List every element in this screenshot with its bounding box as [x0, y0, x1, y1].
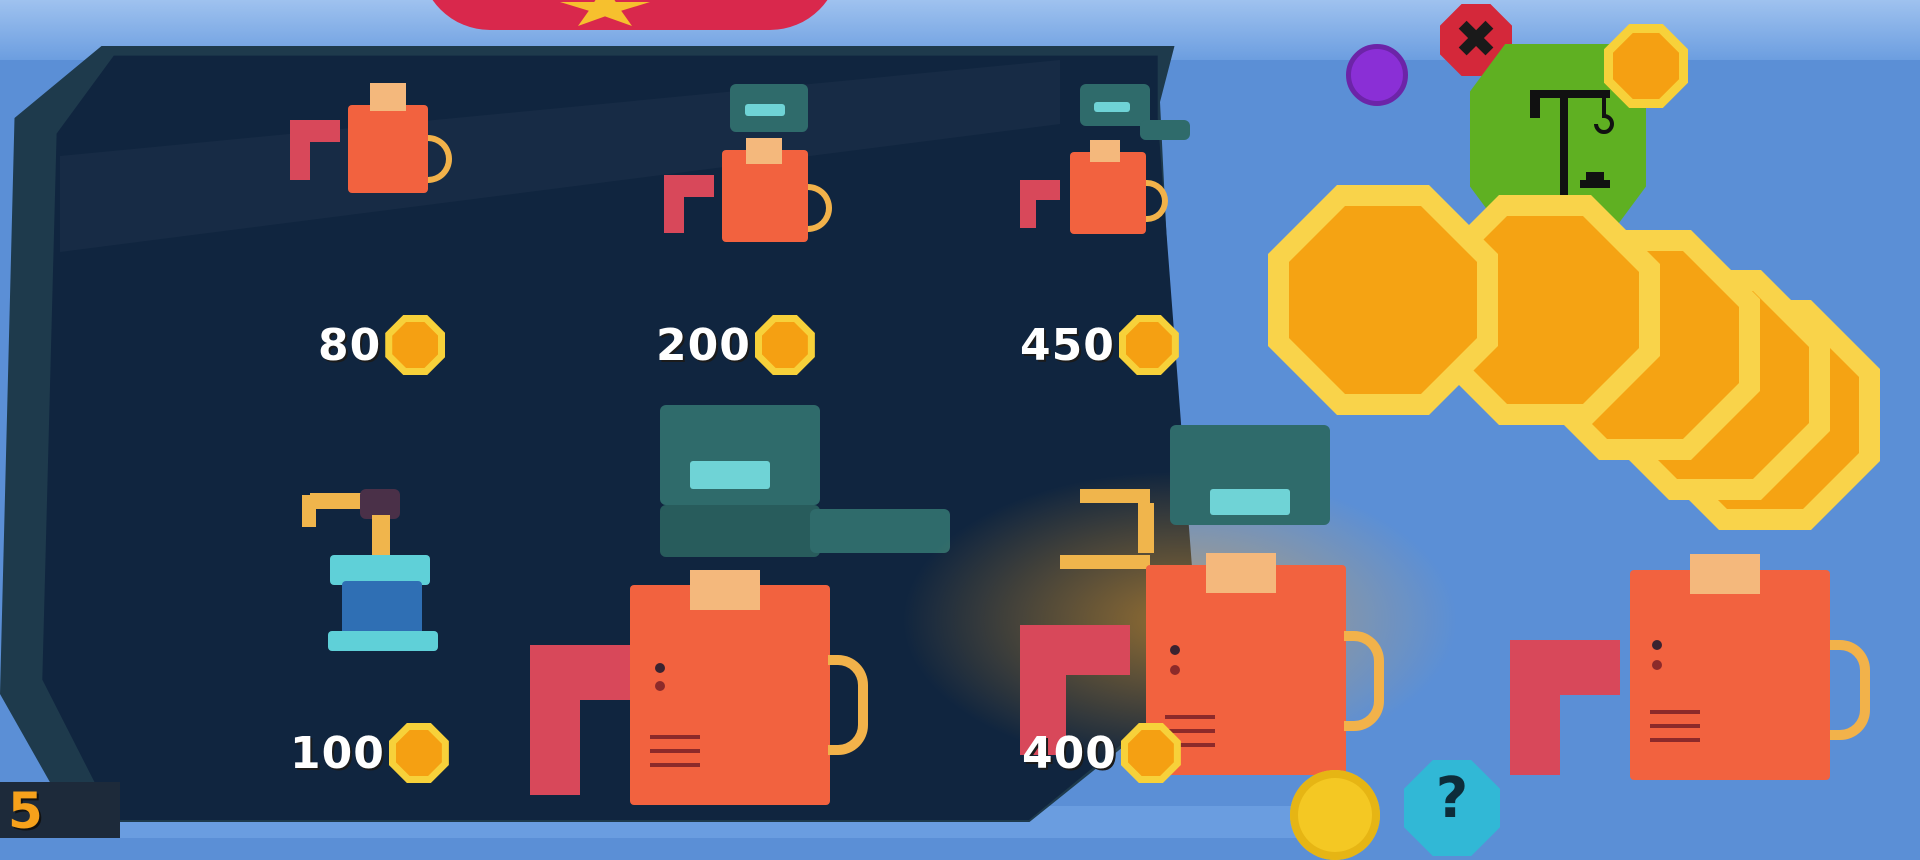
coin-icon — [385, 315, 446, 375]
station-bottom-plate — [328, 631, 438, 651]
machine-handle — [1344, 631, 1384, 731]
level-number: 5 — [8, 782, 43, 840]
shop-item-advanced-machine-large[interactable] — [510, 405, 950, 815]
price-value: 450 — [1020, 319, 1115, 371]
machine-extend-arm — [810, 509, 950, 553]
machine-light — [655, 681, 665, 691]
machine-screen — [745, 104, 785, 116]
machine-vent — [1650, 724, 1700, 728]
robot-arm-beam — [1080, 489, 1150, 503]
machine-light — [655, 663, 665, 673]
machine-arm — [664, 175, 684, 233]
level-indicator: 5 — [0, 782, 120, 840]
machine-vent — [1650, 738, 1700, 742]
price-tag-machine-with-head: 200 — [656, 310, 815, 380]
machine-hopper — [1690, 554, 1760, 594]
robot-arm-post — [1138, 503, 1154, 553]
price-tag-basic-machine: 80 — [318, 310, 446, 380]
machine-hopper — [1206, 553, 1276, 593]
help-button[interactable]: ? — [1404, 760, 1500, 856]
machine-arm — [530, 645, 580, 795]
price-value: 100 — [290, 727, 385, 779]
machine-handle — [428, 135, 452, 183]
crane-icon — [1530, 90, 1614, 198]
robot-arm-post — [372, 515, 390, 555]
price-value: 80 — [318, 319, 382, 371]
purchased-machine-preview — [1500, 540, 1880, 785]
shop-item-basic-machine[interactable] — [280, 75, 460, 210]
coin-icon — [754, 315, 815, 375]
shop-item-robot-arm-station[interactable] — [300, 485, 450, 660]
machine-hopper — [690, 570, 760, 610]
machine-handle — [1146, 180, 1168, 222]
machine-hopper — [746, 138, 782, 164]
machine-light — [1652, 660, 1662, 670]
machine-arm — [290, 120, 310, 180]
machine-light — [1170, 645, 1180, 655]
machine-hopper — [370, 83, 406, 111]
gem-icon — [1346, 44, 1408, 106]
coin-icon — [1268, 185, 1498, 415]
coin-icon — [388, 723, 449, 783]
machine-body — [348, 105, 428, 193]
coin-icon — [1120, 723, 1181, 783]
close-icon: ✖ — [1454, 10, 1498, 70]
machine-vent — [650, 763, 700, 767]
machine-handle — [1830, 640, 1870, 740]
machine-panel — [660, 505, 820, 557]
machine-screen — [1094, 102, 1130, 112]
machine-light — [1652, 640, 1662, 650]
gear-icon[interactable] — [1290, 770, 1380, 860]
machine-light — [1170, 665, 1180, 675]
machine-vent — [1650, 710, 1700, 714]
machine-handle — [828, 655, 868, 755]
shop-item-machine-with-robot-arm[interactable] — [1020, 80, 1200, 240]
machine-extend-arm — [1140, 120, 1190, 140]
machine-hopper — [1090, 140, 1120, 162]
machine-head — [660, 405, 820, 505]
robot-arm-claw — [302, 495, 316, 527]
machine-body — [1630, 570, 1830, 780]
price-tag-advanced-machine: 400 — [1022, 718, 1181, 788]
machine-arm — [1510, 640, 1560, 775]
machine-vent — [650, 749, 700, 753]
machine-arm — [1020, 180, 1036, 228]
machine-screen — [690, 461, 770, 489]
station-base — [342, 581, 422, 637]
price-tag-machine-with-robot-arm: 450 — [1020, 310, 1179, 380]
machine-body — [630, 585, 830, 805]
shop-item-machine-with-head[interactable] — [660, 80, 840, 255]
price-value: 200 — [656, 319, 751, 371]
price-tag-robot-arm-station: 100 — [290, 718, 449, 788]
machine-handle — [808, 184, 832, 232]
robot-arm-hammer — [1060, 555, 1150, 569]
price-value: 400 — [1022, 727, 1117, 779]
machine-body — [1070, 152, 1146, 234]
help-icon: ? — [1435, 766, 1469, 831]
machine-vent — [650, 735, 700, 739]
coin-icon — [1118, 315, 1179, 375]
machine-screen — [1210, 489, 1290, 515]
